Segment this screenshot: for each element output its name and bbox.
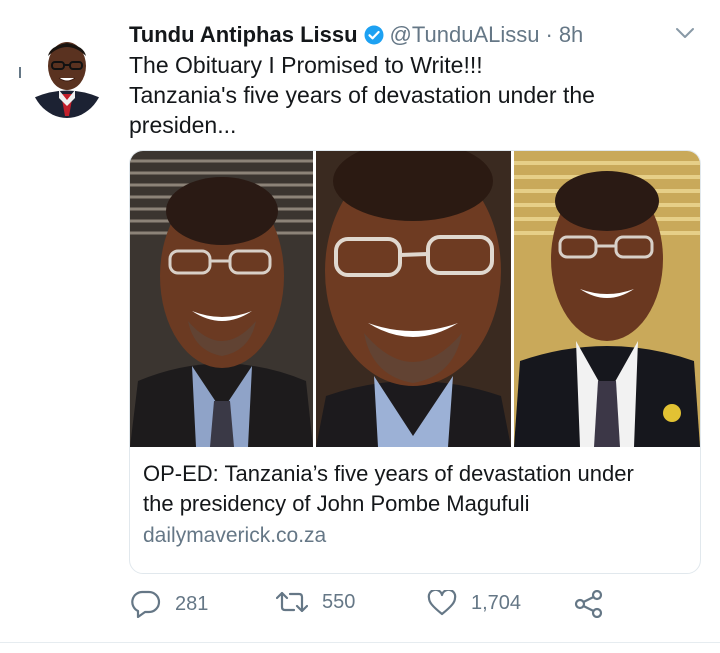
timestamp[interactable]: 8h: [559, 22, 583, 48]
reply-button[interactable]: 281: [131, 590, 208, 618]
card-body[interactable]: OP-ED: Tanzania’s five years of devastat…: [143, 459, 693, 551]
reply-icon: [131, 590, 161, 618]
tweet-actions: 281 550 1,704: [131, 590, 631, 622]
heart-icon: [427, 590, 457, 616]
chevron-down-icon[interactable]: [674, 25, 696, 41]
author-handle[interactable]: @TunduALissu: [390, 22, 540, 48]
card-photo-center: [316, 151, 511, 447]
reply-count: 281: [175, 592, 209, 615]
retweet-button[interactable]: 550: [276, 590, 355, 614]
card-title-line: OP-ED: Tanzania’s five years of devastat…: [143, 461, 634, 486]
tweet-text-line: The Obituary I Promised to Write!!!: [129, 52, 483, 78]
share-icon: [574, 590, 603, 618]
link-card[interactable]: OP-ED: Tanzania’s five years of devastat…: [129, 150, 701, 574]
divider: [0, 642, 720, 643]
author-name[interactable]: Tundu Antiphas Lissu: [129, 22, 358, 48]
card-title: OP-ED: Tanzania’s five years of devastat…: [143, 459, 693, 519]
share-button[interactable]: [574, 590, 618, 618]
like-button[interactable]: 1,704: [427, 590, 521, 616]
thread-marker: [19, 67, 21, 78]
card-title-line: the presidency of John Pombe Magufuli: [143, 491, 530, 516]
card-photo-left: [130, 151, 313, 447]
tweet-text: The Obituary I Promised to Write!!! Tanz…: [129, 50, 689, 140]
tweet-text-line: presiden...: [129, 112, 237, 138]
verified-badge-icon: [364, 25, 384, 45]
tweet[interactable]: Tundu Antiphas Lissu @TunduALissu · 8h T…: [0, 0, 720, 653]
tweet-header: Tundu Antiphas Lissu @TunduALissu · 8h: [129, 18, 583, 52]
card-image[interactable]: [130, 151, 700, 447]
avatar[interactable]: [29, 28, 105, 118]
card-photo-right: [514, 151, 700, 447]
card-domain: dailymaverick.co.za: [143, 524, 327, 547]
like-count: 1,704: [471, 591, 522, 614]
retweet-count: 550: [322, 590, 356, 613]
retweet-icon: [276, 591, 308, 613]
separator-dot: ·: [545, 22, 553, 47]
tweet-text-line: Tanzania's five years of devastation und…: [129, 82, 595, 108]
